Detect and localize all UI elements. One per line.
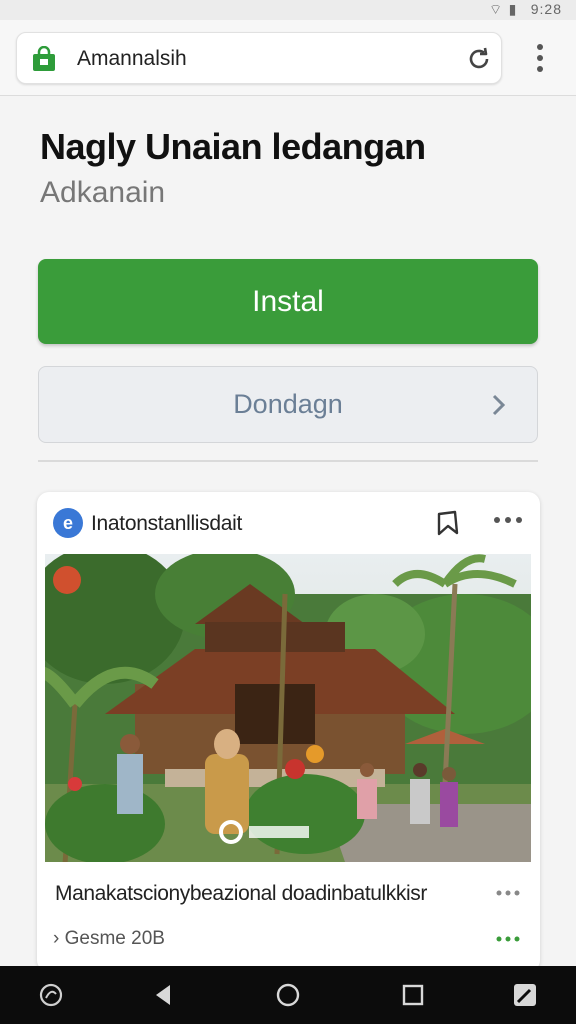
app-title: Nagly Unaian ledangan xyxy=(40,126,426,167)
app-subtitle: Adkanain xyxy=(40,176,166,209)
more-horizontal-icon[interactable] xyxy=(495,934,521,944)
source-logo-icon: e xyxy=(53,508,83,538)
home-icon[interactable] xyxy=(275,982,301,1008)
battery-icon: ▮ xyxy=(508,2,518,18)
post-image[interactable] xyxy=(45,554,531,862)
system-nav-bar xyxy=(0,966,576,1024)
card-meta: › Gesme 20B xyxy=(53,928,165,950)
address-bar[interactable]: Amannalsih xyxy=(16,32,502,84)
recents-icon[interactable] xyxy=(400,982,426,1008)
reload-icon[interactable] xyxy=(465,45,493,73)
browser-toolbar: Amannalsih xyxy=(0,20,576,96)
more-horizontal-icon[interactable] xyxy=(495,888,521,898)
url-text: Amannalsih xyxy=(77,47,187,70)
shopping-bag-icon xyxy=(33,46,55,71)
status-icons: ⌔ ▮ 9:28 xyxy=(489,1,562,19)
card-caption: Manakatscionybeazional doadinbatulkkisr xyxy=(55,882,427,905)
assistant-icon[interactable] xyxy=(38,982,64,1008)
card-source: Inatonstanllisdait xyxy=(91,512,243,535)
more-horizontal-icon[interactable] xyxy=(493,514,523,526)
more-vertical-icon[interactable] xyxy=(530,42,550,74)
back-icon[interactable] xyxy=(150,982,176,1008)
svg-text:e: e xyxy=(63,513,73,533)
wifi-icon: ⌔ xyxy=(488,2,504,18)
divider xyxy=(38,460,538,462)
secondary-button-label: Dondagn xyxy=(233,389,343,419)
post-card[interactable]: e Inatonstanllisdait Manakatscionybeazio… xyxy=(37,492,540,972)
status-bar: ⌔ ▮ 9:28 xyxy=(0,0,576,20)
status-time: 9:28 xyxy=(530,1,562,17)
card-meta-text: Gesme 20B xyxy=(64,928,165,949)
chevron-right-icon: › xyxy=(53,928,60,949)
edit-icon[interactable] xyxy=(512,982,538,1008)
chevron-right-icon xyxy=(492,394,506,416)
secondary-button[interactable]: Dondagn xyxy=(38,366,538,443)
bookmark-icon[interactable] xyxy=(435,509,461,537)
install-button[interactable]: Instal xyxy=(38,259,538,344)
